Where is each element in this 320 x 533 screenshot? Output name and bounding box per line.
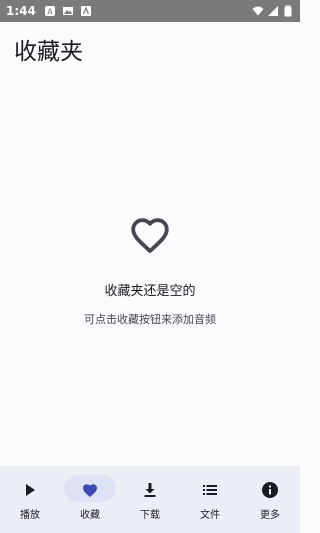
info-icon bbox=[256, 476, 284, 504]
image-icon bbox=[62, 7, 73, 15]
empty-state-title: 收藏夹还是空的 bbox=[104, 284, 196, 299]
notification-a-icon: A bbox=[44, 6, 55, 17]
nav-item-favorites[interactable]: 收藏 bbox=[60, 466, 120, 533]
list-icon bbox=[196, 476, 224, 504]
nav-item-play[interactable]: 播放 bbox=[0, 466, 60, 533]
status-system-icons bbox=[252, 5, 294, 17]
page-title: 收藏夹 bbox=[14, 39, 83, 65]
nav-label-play: 播放 bbox=[20, 510, 40, 521]
svg-text:A: A bbox=[47, 8, 53, 17]
nav-label-files: 文件 bbox=[200, 510, 220, 521]
status-time: 1:44 bbox=[6, 4, 36, 18]
download-icon bbox=[136, 476, 164, 504]
bottom-navigation: 播放 收藏 下载 文件 更多 bbox=[0, 466, 300, 533]
app-header: 收藏夹 bbox=[0, 22, 300, 72]
heart-outline-icon bbox=[131, 218, 169, 253]
wifi-icon bbox=[252, 6, 264, 16]
nav-item-more[interactable]: 更多 bbox=[240, 466, 300, 533]
battery-icon bbox=[284, 5, 292, 17]
status-notification-icons: A bbox=[44, 5, 92, 17]
heart-filled-icon bbox=[76, 476, 104, 504]
nav-label-favorites: 收藏 bbox=[80, 510, 100, 521]
nav-item-download[interactable]: 下载 bbox=[120, 466, 180, 533]
nav-label-more: 更多 bbox=[260, 510, 280, 521]
nav-item-files[interactable]: 文件 bbox=[180, 466, 240, 533]
notification-box-icon bbox=[80, 6, 91, 16]
status-bar: 1:44 A bbox=[0, 0, 300, 22]
play-icon bbox=[16, 476, 44, 504]
empty-state: 收藏夹还是空的 可点击收藏按钮来添加音频 bbox=[0, 210, 300, 327]
cellular-signal-icon bbox=[268, 6, 278, 16]
empty-state-subtitle: 可点击收藏按钮来添加音频 bbox=[84, 313, 216, 326]
nav-label-download: 下载 bbox=[140, 510, 160, 521]
